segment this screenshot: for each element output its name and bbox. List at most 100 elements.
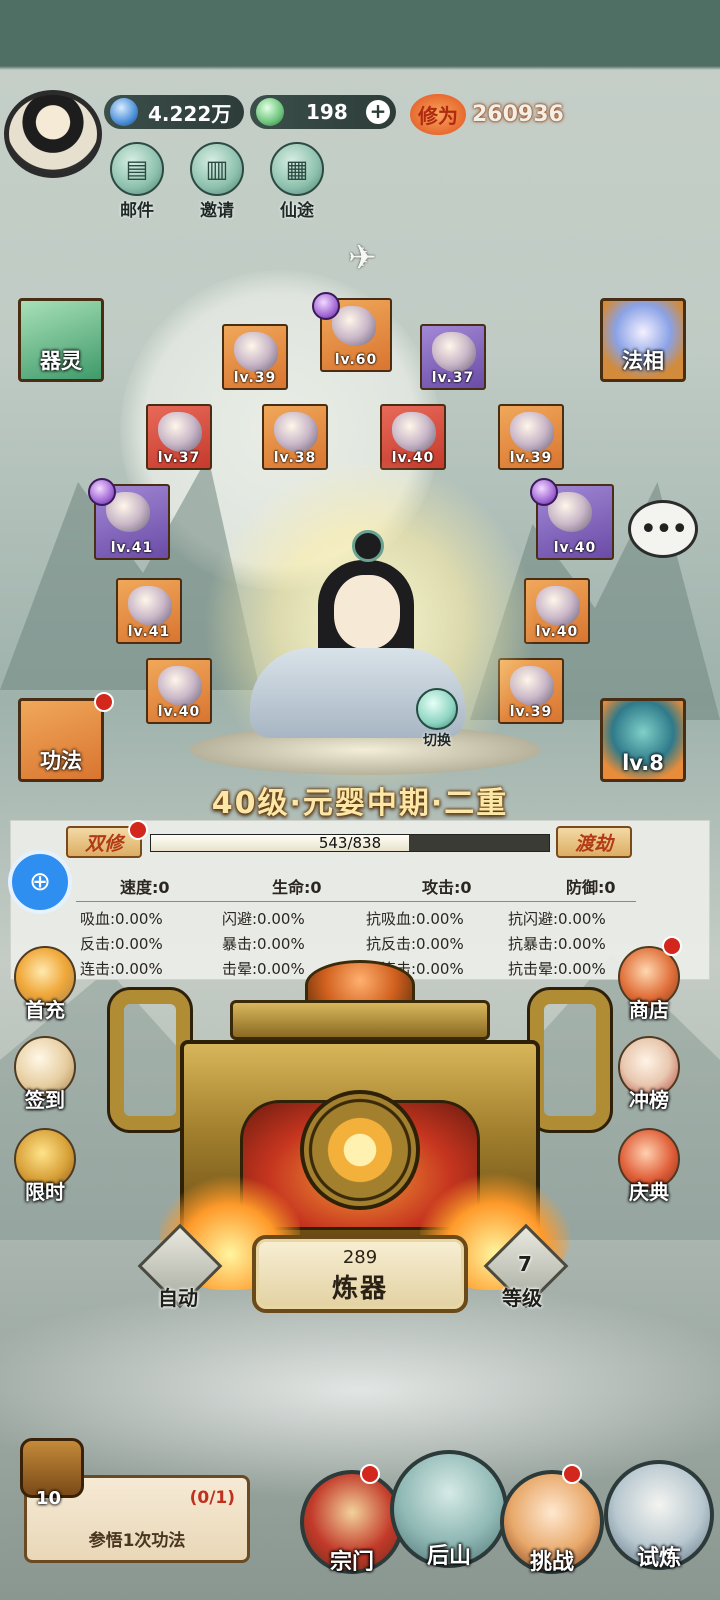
journey-icon: ▦: [270, 142, 324, 196]
mail-button[interactable]: ▤ 邮件: [110, 142, 164, 221]
gem-icon: [88, 478, 116, 506]
dual-cultivation-notification-dot: [128, 820, 148, 840]
stat-anti-lifesteal: 抗吸血:0.00%: [366, 910, 464, 928]
equip-slot-necklace[interactable]: lv.37: [420, 324, 486, 390]
journey-button[interactable]: ▦ 仙途: [270, 142, 324, 221]
mount-level: lv.8: [622, 751, 664, 775]
nav-back-mountain-label: 后山: [426, 1544, 471, 1569]
equip-level: lv.40: [391, 450, 435, 466]
stat-anti-counter: 抗反击:0.00%: [366, 935, 464, 953]
equip-level: lv.40: [535, 624, 579, 640]
equip-level: lv.38: [273, 450, 317, 466]
stat-lifesteal: 吸血:0.00%: [80, 910, 163, 928]
chest-count: 10: [36, 1488, 62, 1509]
realm-title: 40级·元婴中期·二重: [211, 786, 509, 821]
sign-in-label: 签到: [25, 1088, 65, 1112]
forge-label: 炼器: [331, 1274, 388, 1304]
jade-icon: [256, 98, 284, 126]
first-recharge-button[interactable]: 首充: [12, 946, 78, 1023]
invite-button[interactable]: ▥ 邀请: [190, 142, 244, 221]
tribulation-button[interactable]: 渡劫: [556, 826, 632, 858]
mail-label: 邮件: [120, 201, 154, 221]
equip-level: lv.39: [509, 450, 553, 466]
stat-anti-crit: 抗暴击:0.00%: [508, 935, 606, 953]
journey-label: 仙途: [280, 201, 314, 221]
sect-notification-dot: [360, 1464, 380, 1484]
ranking-label: 冲榜: [629, 1088, 669, 1112]
cauldron-lid: [230, 1000, 490, 1040]
quest-progress: (0/1): [189, 1488, 235, 1508]
equip-slot-pants[interactable]: lv.40: [146, 658, 212, 724]
shop-label: 商店: [629, 998, 669, 1022]
gem-icon: [312, 292, 340, 320]
artifact-spirit-label: 器灵: [40, 349, 82, 373]
forge-level-label: 等级: [502, 1286, 542, 1310]
mount-button[interactable]: lv.8: [600, 698, 686, 782]
equip-slot-belt[interactable]: lv.41: [116, 578, 182, 644]
shop-button[interactable]: 商店: [616, 946, 682, 1023]
nav-challenge[interactable]: 挑战: [500, 1470, 604, 1575]
cultivation-display: 修为 260936: [410, 92, 570, 136]
technique-button[interactable]: 功法: [18, 698, 104, 782]
flame-gear-icon: [300, 1090, 420, 1210]
invite-label: 邀请: [200, 201, 234, 221]
spirit-stone-value: 4.222万: [148, 101, 232, 126]
dharma-form-button[interactable]: 法相: [600, 298, 686, 382]
spirit-stone-icon: [110, 98, 138, 126]
mail-icon: ▤: [110, 142, 164, 196]
player-avatar[interactable]: [4, 90, 102, 178]
technique-label: 功法: [40, 749, 82, 773]
auto-label: 自动: [158, 1286, 198, 1310]
equip-slot-bracer[interactable]: lv.38: [262, 404, 328, 470]
celebration-button[interactable]: 庆典: [616, 1128, 682, 1205]
equip-slot-helmet[interactable]: lv.39: [222, 324, 288, 390]
ranking-button[interactable]: 冲榜: [616, 1036, 682, 1113]
stat-anti-dodge: 抗闪避:0.00%: [508, 910, 606, 928]
equip-level: lv.40: [553, 540, 597, 556]
artifact-spirit-button[interactable]: 器灵: [18, 298, 104, 382]
character-bun: [352, 530, 384, 562]
cauldron-left-handle: [107, 987, 193, 1133]
stats-divider: [76, 901, 636, 902]
nav-challenge-label: 挑战: [529, 1550, 574, 1575]
switch-label: 切换: [423, 733, 451, 749]
cultivation-progress-bar: 543/838: [150, 834, 550, 852]
equip-level: lv.37: [431, 370, 475, 386]
forge-button[interactable]: 289 炼器: [252, 1235, 468, 1313]
add-jade-button[interactable]: +: [366, 100, 390, 124]
stat-dodge: 闪避:0.00%: [222, 910, 305, 928]
equip-level: lv.40: [157, 704, 201, 720]
equip-level: lv.41: [110, 540, 154, 556]
sign-in-button[interactable]: 签到: [12, 1036, 78, 1113]
challenge-notification-dot: [562, 1464, 582, 1484]
equip-slot-crown[interactable]: lv.40: [380, 404, 446, 470]
gamepad-icon: ⊕: [29, 867, 51, 897]
equip-slot-vase[interactable]: lv.37: [146, 404, 212, 470]
character-face: [334, 575, 400, 649]
switch-icon: [416, 688, 458, 730]
nav-trial-label: 试炼: [636, 1546, 681, 1571]
limited-time-button[interactable]: 限时: [12, 1128, 78, 1205]
spirit-stone-counter: 4.222万: [104, 95, 244, 129]
chat-bubble-button[interactable]: •••: [628, 500, 698, 558]
equip-slot-ring[interactable]: lv.39: [498, 404, 564, 470]
invite-icon: ▥: [190, 142, 244, 196]
shop-notification-dot: [662, 936, 682, 956]
nav-sect-label: 宗门: [329, 1550, 374, 1575]
limited-time-label: 限时: [25, 1180, 65, 1204]
jade-counter: 198 +: [250, 95, 396, 129]
equip-level: lv.39: [509, 704, 553, 720]
nav-back-mountain[interactable]: 后山: [390, 1450, 508, 1569]
equip-level: lv.39: [233, 370, 277, 386]
stat-defense: 防御:0: [566, 878, 616, 897]
gamepad-button[interactable]: ⊕: [8, 850, 72, 914]
cultivation-progress-text: 543/838: [318, 834, 382, 852]
technique-notification-dot: [94, 692, 114, 712]
stat-hp: 生命:0: [272, 878, 322, 897]
nav-sect[interactable]: 宗门: [300, 1470, 404, 1575]
nav-trial[interactable]: 试炼: [604, 1460, 714, 1571]
jade-value: 198: [306, 100, 348, 124]
cultivation-label: 修为: [410, 93, 466, 135]
equip-level: lv.41: [127, 624, 171, 640]
switch-button[interactable]: 切换: [412, 688, 462, 749]
